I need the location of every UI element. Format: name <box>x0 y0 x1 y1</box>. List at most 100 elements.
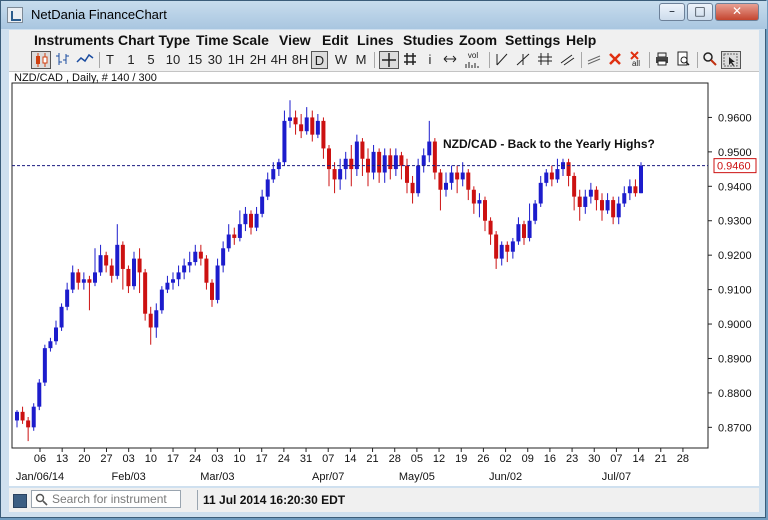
search-icon <box>35 493 48 506</box>
x-tick-label: 27 <box>100 453 112 465</box>
minimize-button[interactable]: – <box>659 3 685 21</box>
candle-body <box>293 117 298 125</box>
app-logo-icon <box>7 7 23 23</box>
volume-button[interactable]: vol <box>463 51 483 69</box>
candle-body <box>639 165 643 194</box>
chart-area[interactable]: NZD/CAD , Daily, # 140 / 300 NZD/CAD - B… <box>9 72 759 486</box>
instrument-search[interactable] <box>31 490 181 508</box>
candle-body <box>143 272 148 314</box>
candle-body <box>566 162 571 176</box>
x-tick-label: 14 <box>344 453 356 465</box>
maximize-button[interactable]: □ <box>687 3 713 21</box>
menu-chart-type[interactable]: Chart Type <box>118 32 190 48</box>
menu-edit[interactable]: Edit <box>322 32 348 48</box>
interval-30[interactable]: 30 <box>206 51 224 69</box>
candle-body <box>221 248 226 266</box>
current-price-label: 0.9460 <box>717 161 751 173</box>
x-month-label: Apr/07 <box>312 471 344 483</box>
draw-ray-button[interactable] <box>514 51 532 69</box>
parallel-lines-icon <box>587 55 601 65</box>
menu-instruments[interactable]: Instruments <box>34 32 114 48</box>
interval-1h[interactable]: 1H <box>227 51 245 69</box>
candle-body <box>393 155 398 170</box>
x-tick-label: 31 <box>300 453 312 465</box>
candle-body <box>611 200 616 218</box>
search-input[interactable] <box>52 491 178 507</box>
candle-body <box>148 313 153 328</box>
candle-body <box>477 200 482 204</box>
y-tick-label: 0.9000 <box>718 319 752 331</box>
x-tick-label: 06 <box>34 453 46 465</box>
draw-line-button[interactable] <box>493 51 511 69</box>
candle-body <box>622 193 627 204</box>
menu-studies[interactable]: Studies <box>403 32 454 48</box>
pan-button[interactable] <box>441 51 459 69</box>
menu-help[interactable]: Help <box>566 32 596 48</box>
print-button[interactable] <box>653 51 671 69</box>
grid-button[interactable] <box>401 51 419 69</box>
candle-body <box>210 282 214 300</box>
candle-body <box>37 382 42 407</box>
candle-body <box>215 265 220 300</box>
candle-body <box>588 189 593 197</box>
candle-body <box>483 200 487 221</box>
candle-body <box>20 411 25 421</box>
menu-zoom[interactable]: Zoom <box>459 32 497 48</box>
fibonacci-button[interactable] <box>535 51 555 69</box>
interval-d[interactable]: D <box>311 51 328 69</box>
interval-t[interactable]: T <box>103 51 117 69</box>
candlestick-chart[interactable]: NZD/CAD , Daily, # 140 / 300 NZD/CAD - B… <box>9 72 759 486</box>
candle-body <box>42 348 47 383</box>
x-tick-label: 02 <box>499 453 511 465</box>
ohlc-bar-icon <box>56 53 69 65</box>
candle-body <box>54 327 58 342</box>
candle-body <box>232 234 237 238</box>
interval-2h[interactable]: 2H <box>249 51 267 69</box>
menu-time-scale[interactable]: Time Scale <box>196 32 269 48</box>
interval-5[interactable]: 5 <box>145 51 157 69</box>
candle-body <box>176 272 181 280</box>
x-tick-label: 10 <box>145 453 157 465</box>
candle-body <box>271 169 276 180</box>
candle-body <box>471 189 476 204</box>
close-button[interactable]: ✕ <box>715 3 759 21</box>
status-divider <box>197 490 198 510</box>
x-tick-label: 24 <box>189 453 201 465</box>
interval-10[interactable]: 10 <box>164 51 182 69</box>
delete-all-button[interactable]: all <box>627 51 645 69</box>
candle-body <box>76 272 81 283</box>
menu-lines[interactable]: Lines <box>357 32 394 48</box>
line-chart-button[interactable] <box>75 51 95 69</box>
x-month-label: Jun/02 <box>489 471 522 483</box>
candle-body <box>499 244 504 259</box>
interval-m[interactable]: M <box>353 51 369 69</box>
crosshair-button[interactable] <box>379 51 399 69</box>
candle-body <box>93 272 97 283</box>
menu-settings[interactable]: Settings <box>505 32 560 48</box>
candle-body <box>343 158 348 170</box>
channel-button[interactable] <box>558 51 576 69</box>
interval-1[interactable]: 1 <box>125 51 137 69</box>
y-tick-label: 0.9500 <box>718 147 752 159</box>
x-tick-label: 03 <box>123 453 135 465</box>
candle-body <box>26 420 31 428</box>
line-chart-icon <box>76 53 94 63</box>
interval-w[interactable]: W <box>333 51 349 69</box>
interval-4h[interactable]: 4H <box>270 51 288 69</box>
bar-chart-button[interactable] <box>53 51 73 69</box>
zoom-button[interactable] <box>701 51 719 69</box>
interval-8h[interactable]: 8H <box>291 51 309 69</box>
y-tick-label: 0.8900 <box>718 353 752 365</box>
candle-body <box>555 169 560 180</box>
candlestick-chart-button[interactable] <box>31 51 51 69</box>
status-bar: 11 Jul 2014 16:20:30 EDT <box>9 488 759 512</box>
status-indicator <box>13 494 27 508</box>
candle-body <box>549 172 554 180</box>
interval-15[interactable]: 15 <box>186 51 204 69</box>
info-button[interactable]: i <box>423 51 437 69</box>
select-tool-button[interactable] <box>721 51 741 69</box>
print-preview-button[interactable] <box>674 51 692 69</box>
menu-view[interactable]: View <box>279 32 311 48</box>
parallel-lines-button[interactable] <box>585 51 603 69</box>
delete-drawing-button[interactable] <box>606 51 624 69</box>
